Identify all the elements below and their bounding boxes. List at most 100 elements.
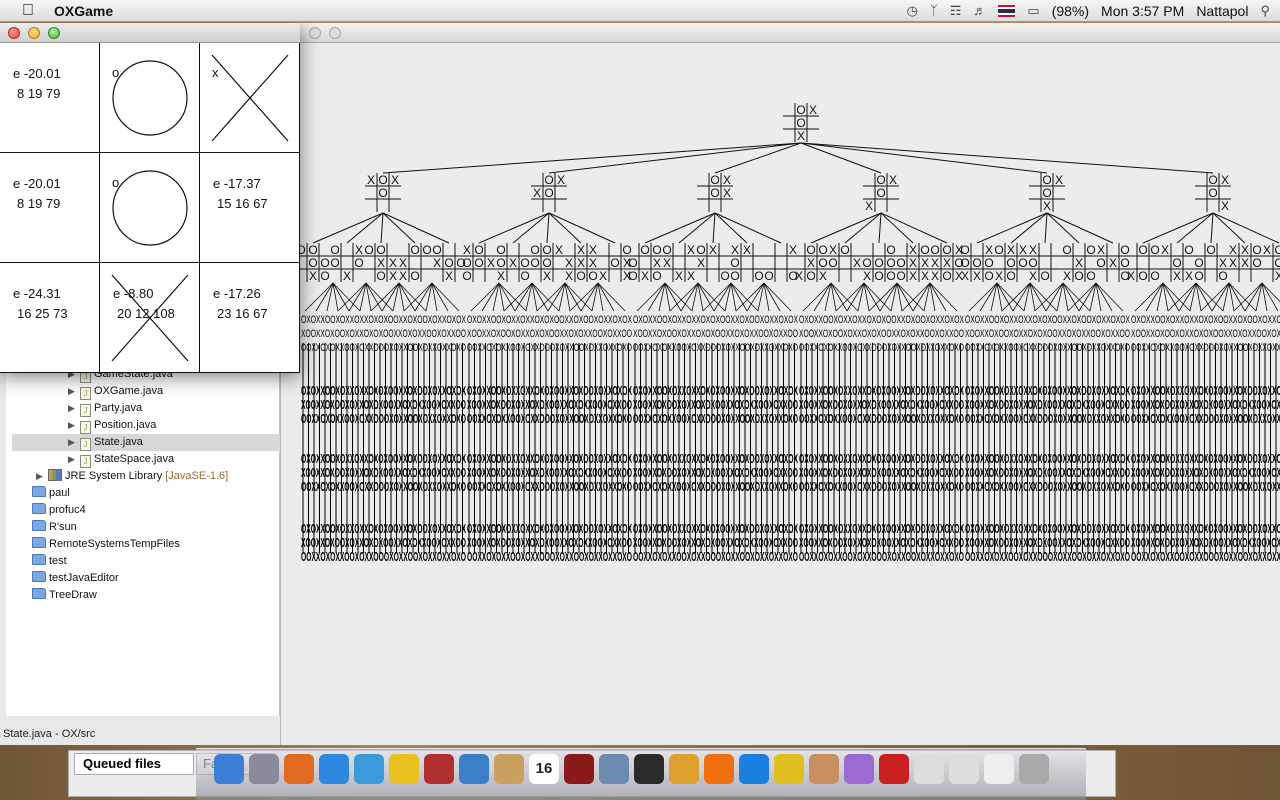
clock[interactable]: Mon 3:57 PM xyxy=(1101,3,1184,19)
svg-text:X: X xyxy=(1241,243,1249,257)
expand-arrow-icon[interactable]: ▶ xyxy=(68,451,80,468)
apple-icon[interactable]:  xyxy=(18,2,38,20)
folder-icon xyxy=(32,537,46,548)
project-item[interactable]: test xyxy=(32,553,67,570)
board-cell[interactable]: o xyxy=(100,43,200,153)
queued-files-tab[interactable]: Queued files xyxy=(74,753,194,775)
wifi-icon[interactable]: ☶ xyxy=(950,3,962,19)
svg-text:O: O xyxy=(444,256,453,270)
user-name[interactable]: Nattapol xyxy=(1196,3,1248,19)
svg-text:O: O xyxy=(730,256,739,270)
itunes-icon[interactable] xyxy=(739,754,769,784)
launchpad-icon[interactable] xyxy=(249,754,279,784)
board-cell[interactable]: e -20.01 8 19 79 xyxy=(0,153,100,263)
level2-board: X XOO O xyxy=(729,243,765,283)
board-cell[interactable]: e -17.26 23 16 67 xyxy=(200,263,300,373)
flag-icon[interactable] xyxy=(998,4,1016,17)
chrome-icon[interactable] xyxy=(389,754,419,784)
board-cell[interactable]: e -17.37 15 16 67 xyxy=(200,153,300,263)
tree-edge xyxy=(1046,212,1080,244)
svg-text:X: X xyxy=(1185,269,1193,283)
expand-arrow-icon[interactable]: ▶ xyxy=(36,468,48,485)
trash-icon[interactable] xyxy=(1019,754,1049,784)
explorer-file-item[interactable]: ▶ J Position.java xyxy=(68,417,156,434)
iphoto-icon[interactable] xyxy=(599,754,629,784)
project-item[interactable]: TreeDraw xyxy=(32,587,97,604)
svg-text:X: X xyxy=(565,269,573,283)
dense-board-row: OXOXXOOXOXXOXXOXOXOOXXOXOOXOXXOXOX xyxy=(301,521,466,536)
zoom-button[interactable] xyxy=(48,27,60,39)
project-item[interactable]: R'sun xyxy=(32,519,77,536)
bluetooth-icon[interactable]: ᛉ xyxy=(930,3,938,18)
coffee-icon[interactable] xyxy=(914,754,944,784)
oxgame-titlebar[interactable] xyxy=(0,23,300,43)
dictionary-icon[interactable] xyxy=(424,754,454,784)
mail-icon[interactable] xyxy=(459,754,489,784)
board-cell[interactable]: x xyxy=(200,43,300,153)
radiation-icon[interactable] xyxy=(774,754,804,784)
board-cell[interactable]: e -8.80 20 12 108 xyxy=(100,263,200,373)
svg-text:X: X xyxy=(961,269,969,283)
explorer-file-item[interactable]: ▶ J State.java xyxy=(12,434,280,451)
coffee2-icon[interactable] xyxy=(949,754,979,784)
vlc-icon[interactable] xyxy=(704,754,734,784)
filezilla-icon[interactable] xyxy=(879,754,909,784)
imovie-icon[interactable] xyxy=(634,754,664,784)
document-icon[interactable] xyxy=(984,754,1014,784)
project-item[interactable]: testJavaEditor xyxy=(32,570,119,587)
volume-icon[interactable]: ♬ xyxy=(973,3,986,18)
svg-text:O: O xyxy=(886,256,895,270)
dense-board-row: XOOXXOXOOXOXXOXOXOOXXOXOXXOOXOXXOO xyxy=(301,397,466,412)
calendar-icon[interactable]: 16 xyxy=(529,754,559,784)
dense-board-row: OOXXOXOXXOOXOXXOOOXOXXOOXOXXOXXOXO xyxy=(633,342,798,354)
firefox-icon[interactable] xyxy=(284,754,314,784)
archive-icon[interactable] xyxy=(809,754,839,784)
svg-text:O: O xyxy=(1096,256,1105,270)
project-item[interactable]: RemoteSystemsTempFiles xyxy=(32,536,180,553)
dense-board-row: OOXXOXOXXOOXOXXOOOXOXXOOXOXXOXXOXO xyxy=(965,411,1130,426)
svg-text:O: O xyxy=(1252,256,1261,270)
project-item[interactable]: paul xyxy=(32,485,70,502)
minimize-button[interactable] xyxy=(329,27,341,39)
tree-edge xyxy=(712,212,716,244)
finder-icon[interactable] xyxy=(214,754,244,784)
explorer-file-item[interactable]: ▶ J Party.java xyxy=(68,400,142,417)
cell-eval: e -24.31 xyxy=(13,286,61,301)
sphere-icon[interactable] xyxy=(844,754,874,784)
explorer-file-item[interactable]: ▶ J StateSpace.java xyxy=(68,451,174,468)
app-menu-name[interactable]: OXGame xyxy=(54,3,113,19)
jre-library-item[interactable]: ▶ JRE System Library [JavaSE-1.6] xyxy=(36,468,228,485)
svg-text:O: O xyxy=(378,186,387,200)
project-item[interactable]: profuc4 xyxy=(32,502,86,519)
dense-board-row: XOOXXOXOOXOXXOXOXOOXXOXOXXOOXOXXOO xyxy=(799,328,964,340)
safari-icon[interactable] xyxy=(354,754,384,784)
battery-icon[interactable]: ▭ xyxy=(1027,3,1039,19)
java-file-icon: J xyxy=(80,404,91,417)
time-machine-icon[interactable]: ◷ xyxy=(907,3,918,19)
cell-stats: 20 12 108 xyxy=(117,306,175,321)
svg-text:X: X xyxy=(463,243,471,257)
close-button[interactable] xyxy=(309,27,321,39)
explorer-file-item[interactable]: ▶ J OXGame.java xyxy=(68,383,163,400)
java-file-icon: J xyxy=(80,455,91,468)
spotlight-icon[interactable]: ⚲ xyxy=(1260,3,1270,19)
svg-text:O: O xyxy=(710,186,719,200)
tree-window-titlebar[interactable] xyxy=(281,23,1280,43)
cocktail-icon[interactable] xyxy=(669,754,699,784)
expand-arrow-icon[interactable]: ▶ xyxy=(68,400,80,417)
app-store-icon[interactable] xyxy=(319,754,349,784)
close-button[interactable] xyxy=(8,27,20,39)
board-cell[interactable]: e -20.01 8 19 79 xyxy=(0,43,100,153)
tree-edge xyxy=(976,212,1048,244)
expand-arrow-icon[interactable]: ▶ xyxy=(68,383,80,400)
cell-eval: e -20.01 xyxy=(13,176,61,191)
expand-arrow-icon[interactable]: ▶ xyxy=(68,417,80,434)
minimize-button[interactable] xyxy=(28,27,40,39)
contacts-icon[interactable] xyxy=(494,754,524,784)
board-cell[interactable]: o xyxy=(100,153,200,263)
board-cell[interactable]: e -24.31 16 25 73 xyxy=(0,263,100,373)
expand-arrow-icon[interactable]: ▶ xyxy=(68,434,80,451)
library-icon xyxy=(48,469,62,481)
status-area: ◷ ᛉ ☶ ♬ ▭ (98%) Mon 3:57 PM Nattapol ⚲ xyxy=(907,3,1270,19)
photo-booth-icon[interactable] xyxy=(564,754,594,784)
